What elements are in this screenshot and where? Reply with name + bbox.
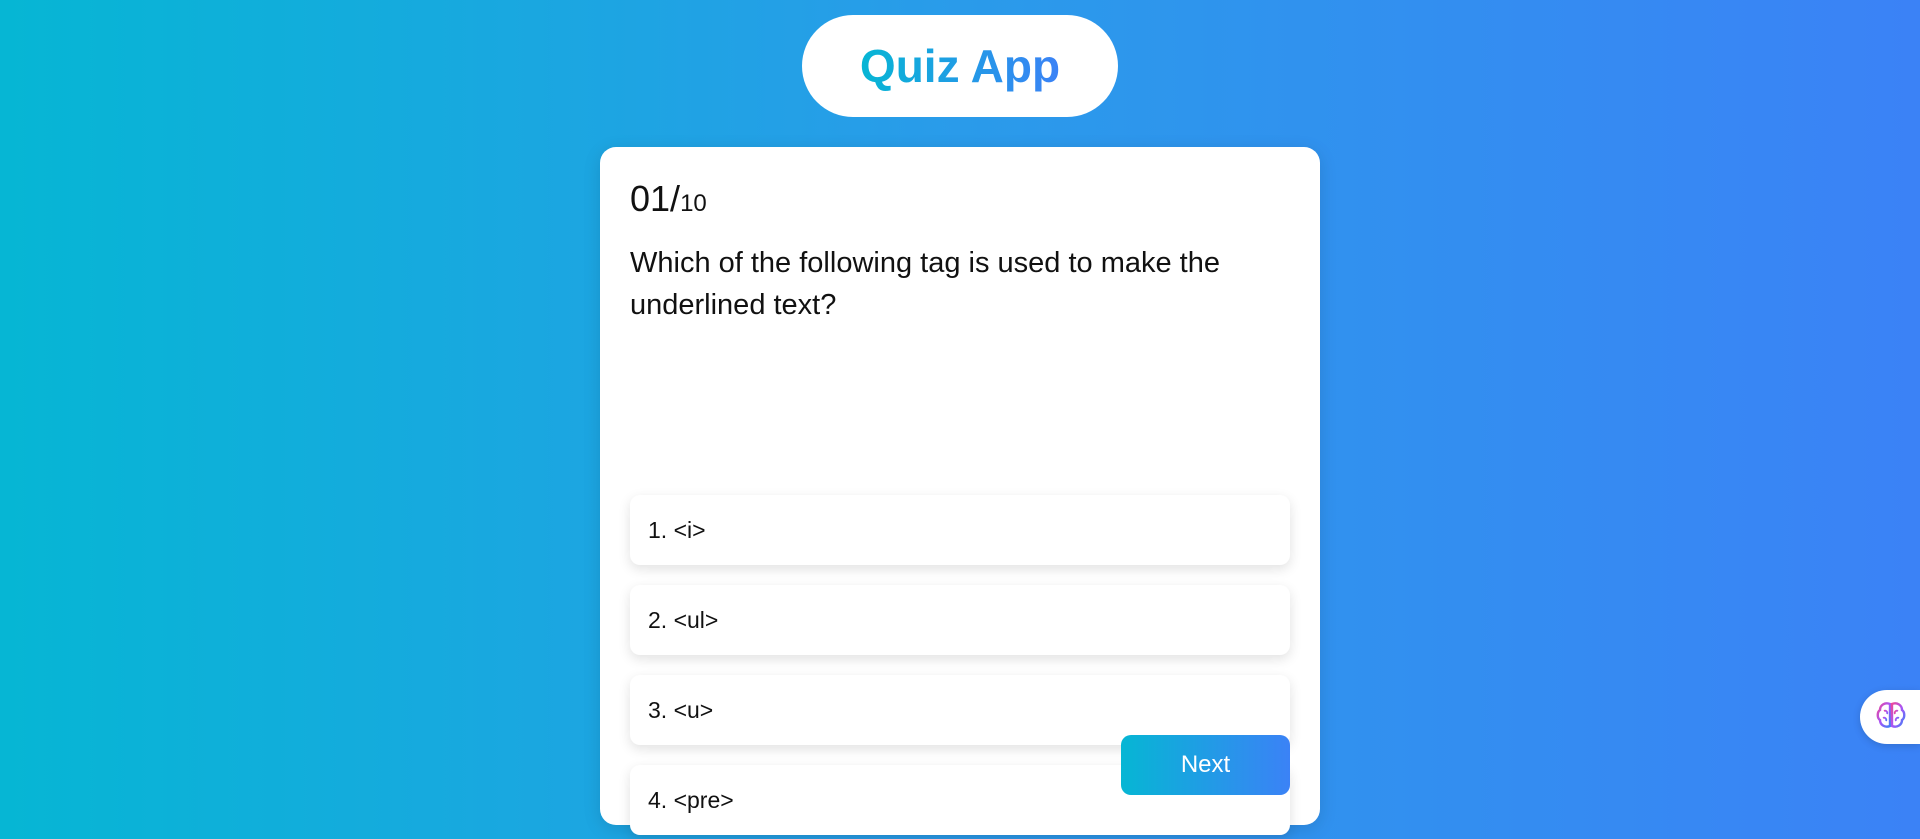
counter-separator: / xyxy=(670,178,681,219)
floating-assistant-button[interactable] xyxy=(1860,690,1920,744)
app-title-pill: Quiz App xyxy=(802,15,1118,117)
answer-option-label: 4. <pre> xyxy=(648,786,734,813)
answer-option-label: 3. <u> xyxy=(648,696,714,723)
brain-icon xyxy=(1876,701,1906,734)
next-button[interactable]: Next xyxy=(1121,735,1290,795)
question-number: 01 xyxy=(630,178,671,219)
answer-option-label: 1. <i> xyxy=(648,516,706,543)
answer-option-2[interactable]: 2. <ul> xyxy=(630,585,1290,655)
question-text: Which of the following tag is used to ma… xyxy=(630,247,1220,321)
answer-option-1[interactable]: 1. <i> xyxy=(630,495,1290,565)
question-total: 10 xyxy=(680,190,707,217)
quiz-card: 01/10 Which of the following tag is used… xyxy=(600,147,1320,835)
app-title: Quiz App xyxy=(859,40,1061,92)
answer-option-label: 2. <ul> xyxy=(648,606,719,633)
question-counter: 01/10 xyxy=(630,181,707,217)
